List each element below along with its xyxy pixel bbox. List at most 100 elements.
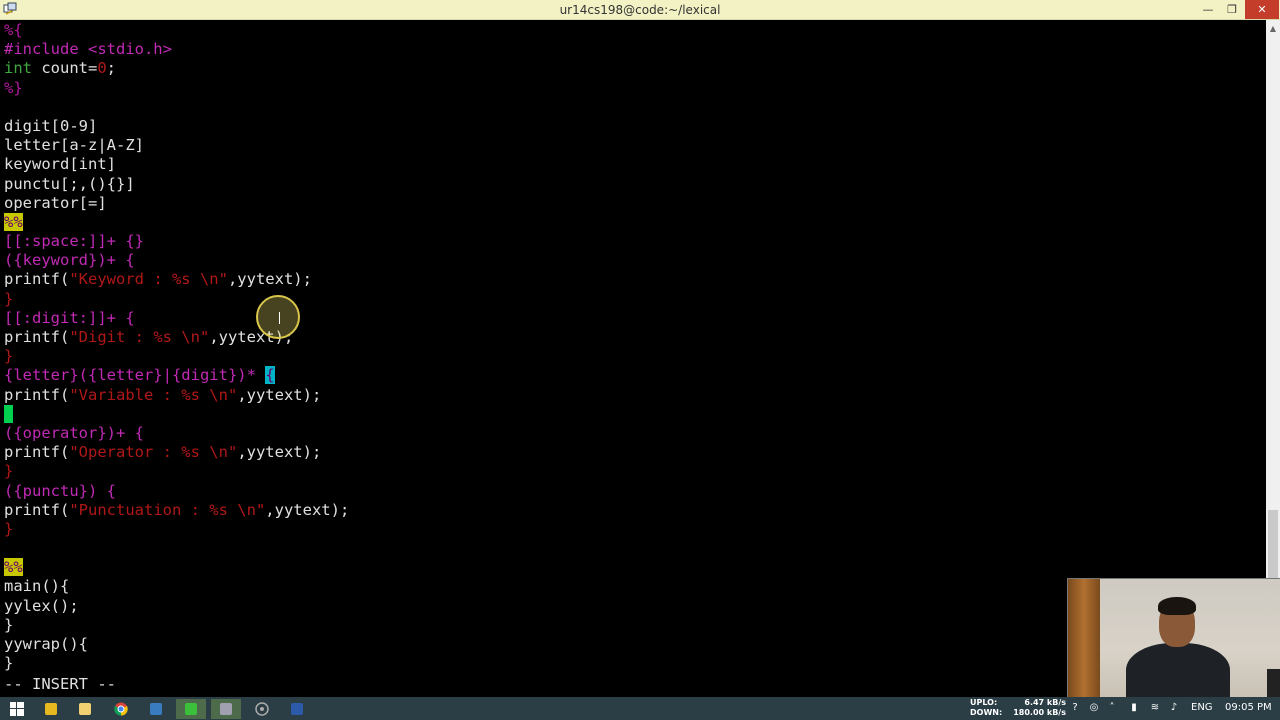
volume-icon[interactable]: ♪ — [1168, 702, 1180, 714]
code-token: letter[a-z|A-Z] — [4, 136, 144, 155]
code-token: } — [4, 347, 14, 366]
code-token: operator[=] — [4, 193, 107, 212]
code-line: printf("Punctuation : %s \n",yytext); — [4, 501, 349, 520]
code-line: letter[a-z|A-Z] — [4, 136, 349, 155]
code-token: int — [4, 59, 32, 78]
code-line: main(){ — [4, 577, 349, 596]
code-token: ({punctu}) { — [4, 481, 116, 500]
upload-value: 6.47 kB/s — [1024, 698, 1066, 707]
upload-label: UPLO: — [970, 698, 998, 707]
code-token: } — [4, 615, 14, 634]
folder-icon[interactable] — [70, 699, 100, 719]
network-tool-icon[interactable] — [176, 699, 206, 719]
tray-app-icon[interactable]: ◎ — [1088, 702, 1100, 714]
ibeam-cursor-icon — [279, 312, 280, 324]
vim-mode-status: -- INSERT -- — [4, 675, 116, 693]
code-token: printf( — [4, 443, 70, 462]
word-icon[interactable] — [282, 699, 312, 719]
code-token: punctu[;,(){}] — [4, 174, 135, 193]
code-token: digit[0-9] — [4, 116, 98, 135]
input-language[interactable]: ENG — [1191, 702, 1213, 713]
code-line: } — [4, 462, 349, 481]
code-token: "Variable : %s \n" — [69, 385, 238, 404]
code-line: printf("Operator : %s \n",yytext); — [4, 443, 349, 462]
maximize-button[interactable]: ❐ — [1219, 0, 1245, 19]
code-line: [[:space:]]+ {} — [4, 232, 349, 251]
code-token: } — [4, 289, 14, 308]
webcam-overlay — [1067, 578, 1280, 698]
code-token: %% — [4, 558, 23, 577]
download-label: DOWN: — [970, 708, 1003, 717]
code-line: #include <stdio.h> — [4, 40, 349, 59]
window-title: ur14cs198@code:~/lexical — [559, 3, 721, 17]
code-line: printf("Variable : %s \n",yytext); — [4, 386, 349, 405]
code-token: } — [4, 404, 14, 423]
code-token: keyword[int] — [4, 155, 116, 174]
code-token: ,yytext); — [237, 443, 322, 462]
code-token: ({keyword})+ { — [4, 251, 135, 270]
code-line: printf("Digit : %s \n",yytext); — [4, 328, 349, 347]
code-token: ({operator})+ { — [4, 423, 144, 442]
code-line: %% — [4, 558, 349, 577]
system-clock[interactable]: 09:05 PM — [1225, 702, 1272, 713]
code-line: yywrap(){ — [4, 635, 349, 654]
file-explorer-icon[interactable] — [36, 699, 66, 719]
putty-icon[interactable] — [211, 699, 241, 719]
code-line: } — [4, 616, 349, 635]
code-token: count= — [32, 59, 98, 78]
code-token: %} — [4, 78, 23, 97]
webcam-background-door — [1068, 579, 1100, 698]
code-token: printf( — [4, 385, 70, 404]
network-speed-meter: UPLO: 6.47 kB/s DOWN: 180.00 kB/s — [970, 698, 1066, 718]
code-line: } — [4, 520, 349, 539]
code-token: main(){ — [4, 577, 70, 596]
code-line: } — [4, 404, 349, 424]
code-token: } — [4, 462, 14, 481]
code-line: printf("Keyword : %s \n",yytext); — [4, 270, 349, 289]
media-icon[interactable] — [247, 699, 277, 719]
code-token: } — [4, 519, 14, 538]
code-token: [[:digit:]]+ { — [4, 308, 135, 327]
code-line: digit[0-9] — [4, 117, 349, 136]
code-line: punctu[;,(){}] — [4, 175, 349, 194]
code-line: ({punctu}) { — [4, 482, 349, 501]
code-token: printf( — [4, 500, 70, 519]
code-token: ; — [106, 59, 117, 78]
code-token: ,yytext); — [227, 270, 312, 289]
code-line: %% — [4, 212, 349, 232]
code-token: } — [4, 654, 14, 673]
code-line: yylex(); — [4, 597, 349, 616]
code-token: { — [265, 366, 275, 385]
code-line: ({keyword})+ { — [4, 251, 349, 270]
code-line: {letter}({letter}|{digit})* { — [4, 366, 349, 385]
help-icon[interactable]: ? — [1069, 702, 1081, 714]
code-line: } — [4, 654, 349, 673]
window-title-bar: ur14cs198@code:~/lexical — ❐ ✕ — [0, 0, 1280, 20]
minimize-button[interactable]: — — [1195, 0, 1221, 19]
code-line: %{ — [4, 21, 349, 40]
show-hidden-icons-chevron-icon[interactable]: ˄ — [1106, 702, 1118, 714]
code-line: int count=0; — [4, 59, 349, 78]
download-value: 180.00 kB/s — [1013, 708, 1066, 717]
close-button[interactable]: ✕ — [1245, 0, 1279, 19]
wifi-icon[interactable]: ≋ — [1149, 702, 1161, 714]
virtualbox-icon[interactable] — [141, 699, 171, 719]
code-line: operator[=] — [4, 194, 349, 213]
scroll-up-arrow-icon[interactable]: ▲ — [1266, 22, 1280, 36]
code-buffer[interactable]: %{#include <stdio.h> int count=0;%} digit[… — [4, 21, 349, 673]
chrome-icon[interactable] — [106, 699, 136, 719]
code-token: printf( — [4, 328, 70, 346]
code-token: %{ — [4, 21, 23, 39]
action-center-icon[interactable]: ▮ — [1128, 702, 1140, 714]
code-token: %% — [4, 212, 23, 231]
code-line: keyword[int] — [4, 155, 349, 174]
code-token: #include <stdio.h> — [4, 40, 172, 59]
webcam-person-hair — [1158, 597, 1196, 615]
code-token: ,yytext); — [237, 385, 322, 404]
windows-start-icon[interactable] — [2, 699, 32, 719]
code-line: ({operator})+ { — [4, 424, 349, 443]
code-token: [[:space:]]+ {} — [4, 232, 144, 251]
taskbar: UPLO: 6.47 kB/s DOWN: 180.00 kB/s ? ◎ ˄ ▮ … — [0, 697, 1280, 720]
